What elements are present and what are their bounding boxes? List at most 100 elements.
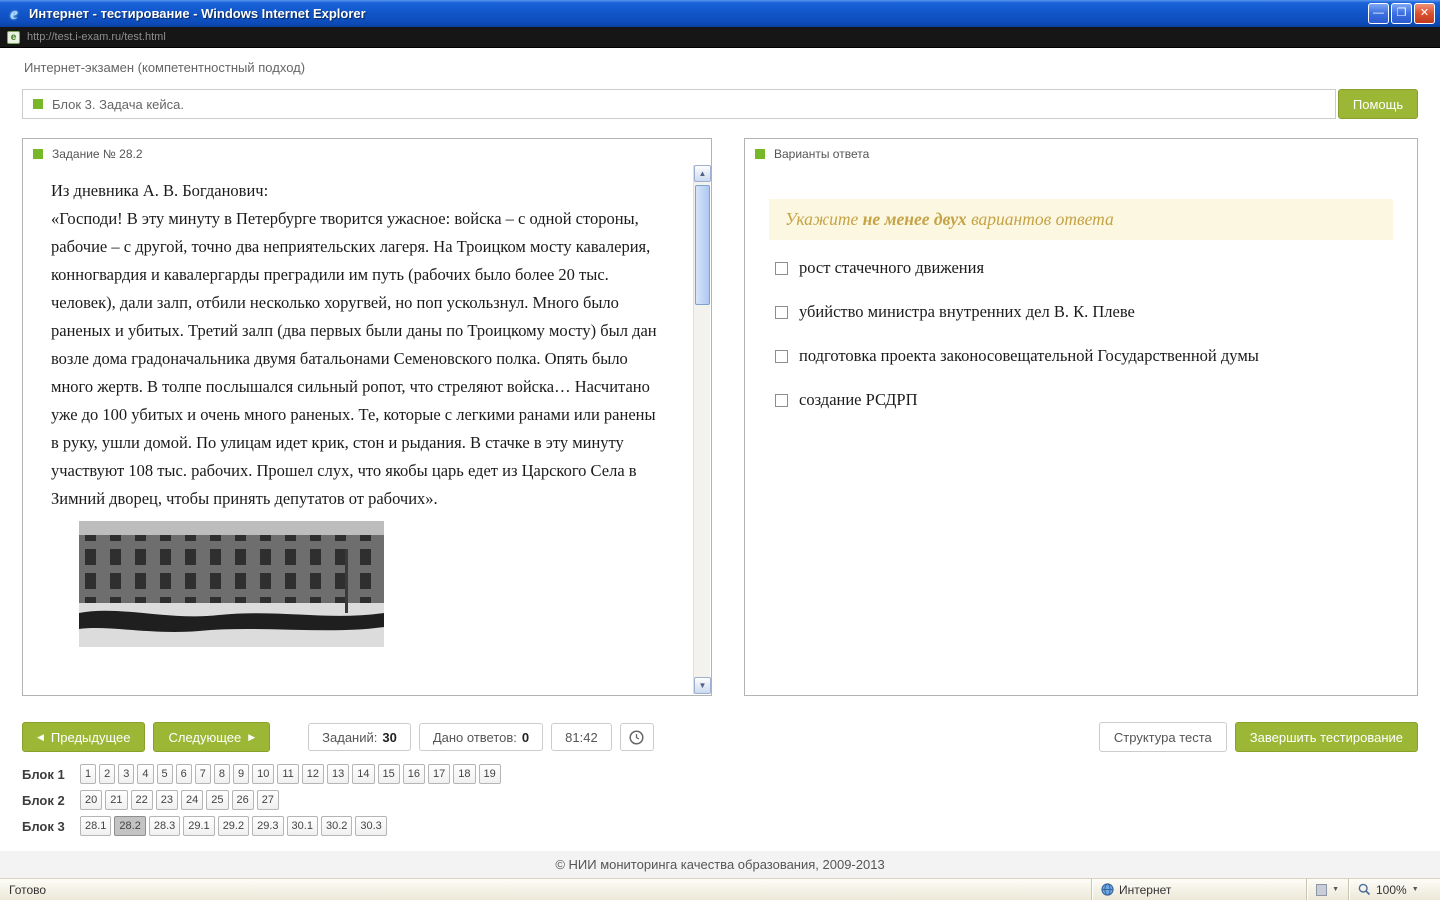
status-bar: Готово Интернет ▼ 100% ▼	[0, 878, 1440, 900]
page-favicon-icon: e	[7, 30, 20, 44]
question-cell[interactable]: 27	[256, 790, 279, 810]
question-cell[interactable]: 4	[137, 764, 154, 784]
help-button[interactable]: Помощь	[1338, 89, 1418, 119]
prev-arrow-icon: ◀	[37, 731, 44, 742]
task-quote: «Господи! В эту минуту в Петербурге твор…	[51, 209, 657, 508]
question-cell[interactable]: 18	[453, 764, 476, 784]
task-photo	[79, 521, 384, 647]
bullet-icon	[33, 99, 43, 109]
address-bar: e http://test.i-exam.ru/test.html	[0, 27, 1440, 48]
question-cell[interactable]: 21	[105, 790, 128, 810]
block-header-label: Блок 3. Задача кейса.	[52, 96, 184, 112]
scroll-thumb[interactable]	[695, 185, 710, 305]
bullet-icon	[33, 149, 43, 159]
question-cell[interactable]: 28.2	[114, 816, 146, 836]
next-button[interactable]: Следующее ▶	[153, 722, 271, 752]
question-cell[interactable]: 28.3	[148, 816, 181, 836]
scroll-down-button[interactable]: ▼	[694, 677, 711, 694]
block-label: Блок 2	[22, 792, 65, 808]
option-label[interactable]: подготовка проекта законосовещательной Г…	[799, 346, 1259, 366]
page-actions-control[interactable]: ▼	[1306, 879, 1348, 900]
bullet-icon	[755, 149, 765, 159]
option-checkbox[interactable]	[775, 393, 788, 407]
question-cell[interactable]: 29.3	[252, 816, 284, 836]
option-label[interactable]: создание РСДРП	[799, 390, 918, 410]
question-cell[interactable]: 17	[428, 764, 451, 784]
block-row-2: Блок 2 20 21 22 23 24 25 26 27	[22, 790, 1418, 810]
question-cell[interactable]: 13	[327, 764, 350, 784]
dropdown-arrow-icon: ▼	[1332, 886, 1339, 893]
question-cell[interactable]: 28.1	[80, 816, 112, 836]
question-cell[interactable]: 10	[252, 764, 275, 784]
close-button[interactable]: ✕	[1414, 3, 1435, 24]
ie-logo-icon: e	[10, 3, 18, 23]
block-row-3: Блок 3 28.1 28.2 28.3 29.1 29.2 29.3 30.1 30.2 3…	[22, 816, 1418, 836]
block-header: Блок 3. Задача кейса.	[22, 89, 1336, 119]
task-panel: Задание № 28.2 Из дневника А. В. Богдано…	[22, 138, 712, 696]
controls-bar: ◀ Предыдущее Следующее ▶ Заданий: 30 Дано…	[22, 722, 1418, 752]
option-row: создание РСДРП	[775, 390, 1393, 410]
option-label[interactable]: убийство министра внутренних дел В. К. П…	[799, 302, 1135, 322]
url-field[interactable]: http://test.i-exam.ru/test.html	[27, 31, 166, 43]
block-label: Блок 1	[22, 766, 65, 782]
scroll-up-button[interactable]: ▲	[694, 165, 711, 182]
answers-panel: Варианты ответа Укажите не менее двух ва…	[744, 138, 1418, 696]
page-content: Интернет-экзамен (компетентностный подхо…	[0, 48, 1440, 852]
block-label: Блок 3	[22, 818, 65, 834]
question-cell[interactable]: 7	[194, 764, 211, 784]
dropdown-arrow-icon: ▼	[1411, 886, 1419, 893]
answers-title: Варианты ответа	[774, 147, 870, 161]
question-cell[interactable]: 30.2	[320, 816, 353, 836]
answered-count-box: Дано ответов: 0	[418, 723, 544, 751]
timer-toggle-button[interactable]	[619, 723, 654, 751]
question-cell[interactable]: 15	[377, 764, 400, 784]
previous-button[interactable]: ◀ Предыдущее	[22, 722, 146, 752]
question-cell[interactable]: 26	[231, 790, 254, 810]
option-checkbox[interactable]	[775, 305, 788, 319]
question-cell[interactable]: 19	[478, 764, 501, 784]
question-cell[interactable]: 29.1	[183, 816, 215, 836]
question-cell[interactable]: 24	[181, 790, 204, 810]
minimize-button[interactable]: —	[1368, 3, 1389, 24]
task-title: Задание № 28.2	[52, 147, 143, 161]
question-cell[interactable]: 8	[213, 764, 230, 784]
zoom-control[interactable]: 100% ▼	[1348, 879, 1440, 900]
timer-box: 81:42	[551, 723, 612, 751]
option-row: убийство министра внутренних дел В. К. П…	[775, 302, 1393, 322]
question-cell[interactable]: 6	[175, 764, 192, 784]
page-actions-icon	[1316, 883, 1328, 896]
title-bar: e Интернет - тестирование - Windows Inte…	[0, 0, 1440, 27]
browser-window: e Интернет - тестирование - Windows Inte…	[0, 0, 1440, 900]
test-structure-button[interactable]: Структура теста	[1098, 722, 1227, 752]
task-text: Из дневника А. В. Богданович: «Господи! …	[23, 169, 711, 647]
question-cell[interactable]: 30.1	[286, 816, 318, 836]
question-cell[interactable]: 5	[156, 764, 173, 784]
status-zone: Интернет	[1091, 879, 1306, 900]
question-cell[interactable]: 23	[155, 790, 178, 810]
maximize-button[interactable]: ❐	[1391, 3, 1412, 24]
option-row: рост стачечного движения	[775, 258, 1393, 278]
option-label[interactable]: рост стачечного движения	[799, 258, 984, 278]
question-cell[interactable]: 20	[80, 790, 103, 810]
question-cell[interactable]: 1	[80, 764, 97, 784]
question-cell[interactable]: 22	[130, 790, 153, 810]
status-ready: Готово	[9, 882, 47, 897]
question-cell[interactable]: 29.2	[217, 816, 250, 836]
option-checkbox[interactable]	[775, 349, 788, 363]
answer-hint: Укажите не менее двух вариантов ответа	[769, 199, 1393, 240]
question-cell[interactable]: 16	[402, 764, 426, 784]
page-title: Интернет-экзамен (компетентностный подхо…	[24, 60, 306, 75]
page-footer: © НИИ мониторинга качества образования, …	[0, 851, 1440, 878]
question-cell[interactable]: 25	[206, 790, 229, 810]
option-checkbox[interactable]	[775, 261, 788, 275]
question-cell[interactable]: 12	[301, 764, 325, 784]
question-cell[interactable]: 2	[99, 764, 116, 784]
task-scrollbar[interactable]: ▲ ▼	[693, 165, 711, 694]
question-cell[interactable]: 14	[352, 764, 375, 784]
footer-text: © НИИ мониторинга качества образования, …	[555, 857, 885, 872]
question-cell[interactable]: 11	[277, 764, 299, 784]
finish-test-button[interactable]: Завершить тестирование	[1234, 722, 1418, 752]
question-cell[interactable]: 9	[233, 764, 250, 784]
question-cell[interactable]: 30.3	[355, 816, 387, 836]
question-cell[interactable]: 3	[118, 764, 135, 784]
